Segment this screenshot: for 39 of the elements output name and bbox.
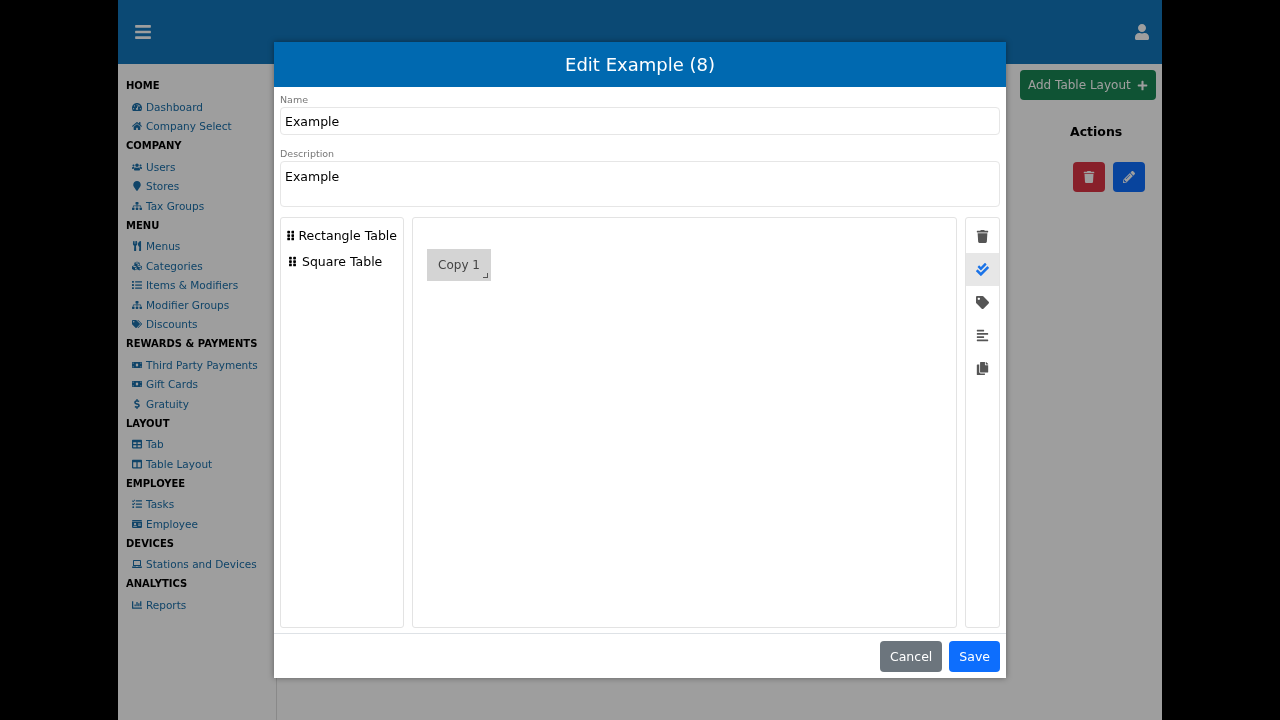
description-field[interactable]: Example (280, 161, 1000, 207)
field-label: Description (280, 148, 336, 159)
sidebar-item[interactable]: Tax Groups (146, 199, 205, 212)
field-label: Name (280, 94, 310, 105)
sidebar-heading: ANALYTICS (126, 578, 189, 589)
sidebar-heading: COMPANY (126, 140, 183, 151)
cancel-button[interactable]: Cancel (879, 640, 943, 672)
sidebar-item[interactable]: Items & Modifiers (146, 279, 239, 292)
column-heading: Actions (1070, 124, 1123, 139)
sidebar-item[interactable]: Gratuity (146, 397, 189, 410)
name-field[interactable]: Example (280, 107, 1000, 135)
sidebar-item[interactable]: Employee (146, 517, 198, 530)
sidebar-heading: HOME (126, 80, 161, 91)
sidebar-item[interactable]: Gift Cards (146, 378, 199, 391)
add-table-layout-button[interactable]: Add Table Layout (1020, 70, 1156, 100)
sidebar-item[interactable]: Tasks (146, 498, 175, 511)
sidebar-item[interactable]: Categories (146, 259, 203, 272)
sidebar-heading: LAYOUT (126, 417, 171, 429)
sidebar-item[interactable]: Reports (146, 598, 187, 611)
sidebar-heading: MENU (126, 219, 161, 231)
sidebar-item[interactable]: Third Party Payments (146, 358, 258, 371)
sidebar-item[interactable]: Menus (146, 240, 181, 253)
save-button[interactable]: Save (949, 640, 1000, 672)
sidebar-item[interactable]: Dashboard (146, 100, 203, 113)
sidebar-item[interactable]: Users (146, 160, 176, 173)
sidebar-item[interactable]: Stores (146, 180, 180, 193)
sidebar-item[interactable]: Table Layout (146, 457, 213, 470)
sidebar-item[interactable]: Discounts (146, 318, 198, 331)
sidebar-heading: REWARDS & PAYMENTS (126, 338, 259, 349)
table-item[interactable]: Copy 1 (427, 249, 491, 281)
sidebar-heading: EMPLOYEE (126, 477, 187, 489)
sidebar-item[interactable]: Modifier Groups (146, 298, 230, 311)
sidebar-item[interactable]: Tab (146, 438, 164, 451)
palette-item[interactable]: Square Table (302, 253, 383, 269)
dialog-title: Edit Example (8) (274, 42, 1006, 87)
sidebar-item[interactable]: Company Select (146, 120, 232, 133)
sidebar-heading: DEVICES (126, 537, 175, 549)
palette-item[interactable]: Rectangle Table (298, 227, 397, 243)
sidebar-item[interactable]: Stations and Devices (146, 558, 257, 571)
